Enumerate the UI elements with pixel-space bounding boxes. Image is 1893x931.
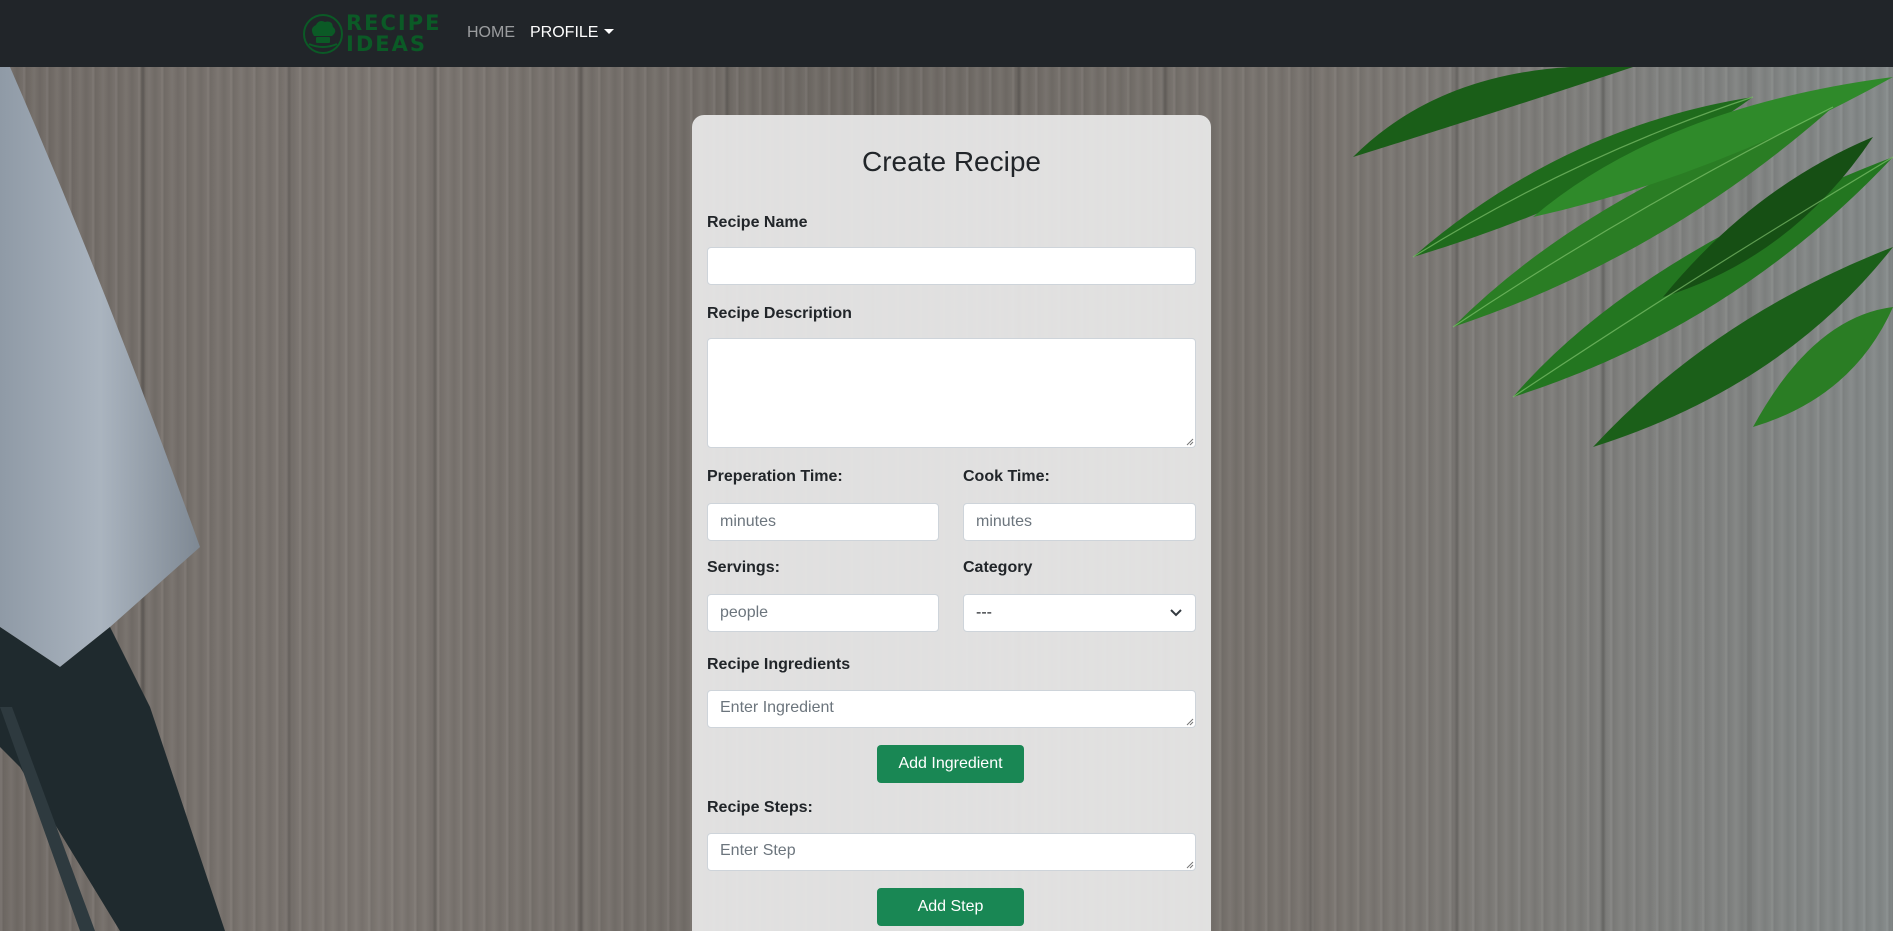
caret-down-icon <box>604 29 615 34</box>
chef-hat-icon <box>303 14 343 54</box>
form-title: Create Recipe <box>862 146 1041 177</box>
brand-logo[interactable]: RECIPE IDEAS <box>303 12 443 56</box>
chevron-down-icon <box>1170 609 1182 617</box>
nav-home-link[interactable]: HOME <box>467 24 515 42</box>
step-input-wrapper <box>707 833 1196 871</box>
cook-time-input[interactable] <box>963 503 1196 541</box>
top-navbar: RECIPE IDEAS HOME PROFILE <box>0 0 1893 67</box>
steps-label: Recipe Steps: <box>707 799 813 816</box>
resize-handle-icon[interactable] <box>1186 438 1194 446</box>
servings-input[interactable] <box>707 594 939 632</box>
nav-profile-dropdown[interactable]: PROFILE <box>530 24 615 42</box>
resize-handle-icon[interactable] <box>1186 718 1194 726</box>
nav-profile-label: PROFILE <box>530 24 599 41</box>
recipe-description-wrapper <box>707 338 1196 448</box>
recipe-name-input[interactable] <box>707 247 1196 285</box>
cook-time-label: Cook Time: <box>963 468 1050 485</box>
brand-text-line2: IDEAS <box>346 32 427 56</box>
step-input[interactable] <box>707 833 1196 871</box>
category-select[interactable]: --- <box>963 594 1196 632</box>
recipe-name-label: Recipe Name <box>707 214 808 231</box>
prep-time-input[interactable] <box>707 503 939 541</box>
category-selected-value: --- <box>976 604 992 621</box>
prep-time-label: Preperation Time: <box>707 468 843 485</box>
category-label: Category <box>963 559 1033 576</box>
create-recipe-card: Create Recipe Recipe Name Recipe Descrip… <box>692 115 1211 931</box>
recipe-description-textarea[interactable] <box>707 338 1196 448</box>
herb-leaves-image <box>1353 67 1893 447</box>
ingredients-label: Recipe Ingredients <box>707 656 851 673</box>
servings-label: Servings: <box>707 559 780 576</box>
add-step-button[interactable]: Add Step <box>877 888 1024 926</box>
resize-handle-icon[interactable] <box>1186 861 1194 869</box>
knife-image <box>0 67 225 931</box>
brand-text-line1: RECIPE <box>346 11 442 35</box>
recipe-description-label: Recipe Description <box>707 305 852 322</box>
ingredient-input[interactable] <box>707 690 1196 728</box>
add-ingredient-button[interactable]: Add Ingredient <box>877 745 1024 783</box>
ingredient-input-wrapper <box>707 690 1196 728</box>
